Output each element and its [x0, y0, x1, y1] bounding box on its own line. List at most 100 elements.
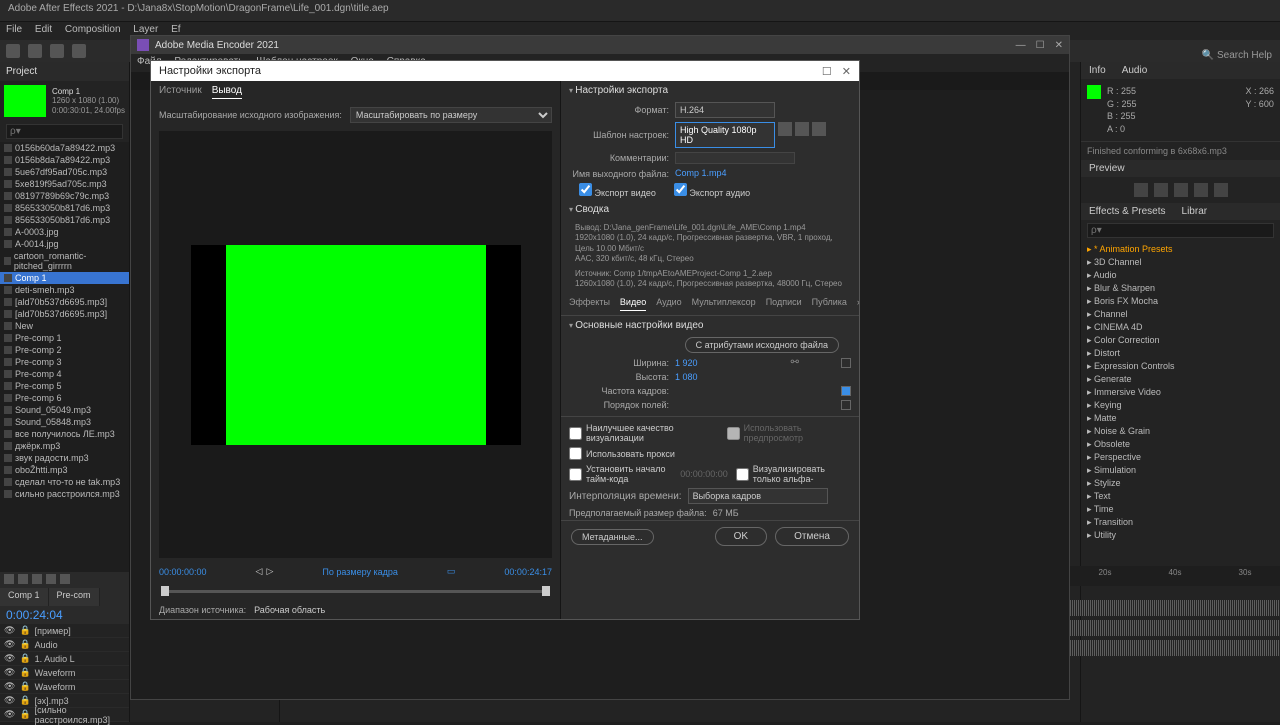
in-handle[interactable]: [161, 586, 169, 596]
trash-icon[interactable]: [60, 574, 70, 584]
fx-category[interactable]: ▸ Blur & Sharpen: [1085, 282, 1276, 295]
width-match-check[interactable]: [841, 358, 851, 368]
import-preset-icon[interactable]: [795, 122, 809, 136]
asset-item[interactable]: 856533050b817d6.mp3: [0, 202, 129, 214]
timecode-check[interactable]: [569, 468, 582, 481]
hand-tool-icon[interactable]: [50, 44, 64, 58]
fps-match-check[interactable]: [841, 386, 851, 396]
project-tab[interactable]: Project: [0, 62, 129, 81]
summary-section[interactable]: Сводка: [561, 200, 859, 219]
timeline-layer-row[interactable]: 👁🔒Waveform: [0, 666, 129, 680]
order-match-check[interactable]: [841, 400, 851, 410]
tab-effects[interactable]: Эффекты: [569, 297, 610, 311]
zoom-tool-icon[interactable]: [72, 44, 86, 58]
cancel-button[interactable]: Отмена: [775, 527, 849, 546]
fx-category[interactable]: ▸ Generate: [1085, 373, 1276, 386]
tab-audio[interactable]: Аудио: [656, 297, 681, 311]
fx-category[interactable]: ▸ 3D Channel: [1085, 256, 1276, 269]
play-icon[interactable]: [1174, 183, 1188, 197]
asset-item[interactable]: джёрк.mp3: [0, 440, 129, 452]
prev-icon[interactable]: ◁: [256, 566, 263, 577]
export-audio-check[interactable]: [674, 183, 687, 196]
asset-item[interactable]: все получилось ЛЕ.mp3: [0, 428, 129, 440]
asset-item[interactable]: звук радости.mp3: [0, 452, 129, 464]
timeline-layer-row[interactable]: 👁🔒[пример]: [0, 624, 129, 638]
fx-category[interactable]: ▸ Boris FX Mocha: [1085, 295, 1276, 308]
asset-item[interactable]: A-0003.jpg: [0, 226, 129, 238]
proxy-check[interactable]: [569, 447, 582, 460]
asset-item[interactable]: [ald70b537d6695.mp3]: [0, 308, 129, 320]
tab-publish[interactable]: Публика: [812, 297, 847, 311]
fx-category[interactable]: ▸ Perspective: [1085, 451, 1276, 464]
bin-icon[interactable]: [4, 574, 14, 584]
asset-item[interactable]: Pre-comp 3: [0, 356, 129, 368]
play-preview-icon[interactable]: ▷: [266, 566, 273, 577]
fx-category[interactable]: ▸ Keying: [1085, 399, 1276, 412]
menu-layer[interactable]: Layer: [133, 24, 158, 35]
range-select[interactable]: Рабочая область: [254, 605, 325, 615]
aspect-icon[interactable]: ▭: [447, 566, 456, 577]
ok-button[interactable]: OK: [715, 527, 767, 546]
fx-category[interactable]: ▸ Text: [1085, 490, 1276, 503]
asset-item[interactable]: Comp 1: [0, 272, 129, 284]
export-video-check[interactable]: [579, 183, 592, 196]
next-frame-icon[interactable]: [1194, 183, 1208, 197]
tab-comp1[interactable]: Comp 1: [0, 588, 49, 606]
link-icon[interactable]: ⚯: [791, 357, 799, 368]
out-handle[interactable]: [542, 586, 550, 596]
fx-category[interactable]: ▸ Time: [1085, 503, 1276, 516]
fx-category[interactable]: ▸ Channel: [1085, 308, 1276, 321]
source-tab[interactable]: Источник: [159, 85, 202, 99]
timeline-ruler[interactable]: 20s40s30s: [1070, 566, 1280, 586]
asset-item[interactable]: Pre-comp 2: [0, 344, 129, 356]
timeline-layer-row[interactable]: 👁🔒Audio: [0, 638, 129, 652]
asset-item[interactable]: 5xe819f95ad705c.mp3: [0, 178, 129, 190]
fx-category[interactable]: ▸ Expression Controls: [1085, 360, 1276, 373]
menu-file[interactable]: File: [6, 24, 22, 35]
menu-effect[interactable]: Ef: [171, 24, 180, 35]
preset-select[interactable]: High Quality 1080p HD: [675, 122, 775, 148]
tab-video[interactable]: Видео: [620, 297, 646, 311]
video-section[interactable]: Основные настройки видео: [561, 316, 859, 335]
fx-category[interactable]: ▸ Immersive Video: [1085, 386, 1276, 399]
minimize-icon[interactable]: —: [1016, 40, 1026, 51]
timeline-current-time[interactable]: 0:00:24:04: [0, 606, 129, 624]
tab-mux[interactable]: Мультиплексор: [692, 297, 756, 311]
asset-item[interactable]: A-0014.jpg: [0, 238, 129, 250]
video-preview[interactable]: [159, 131, 552, 558]
asset-item[interactable]: Pre-comp 4: [0, 368, 129, 380]
new-comp-icon[interactable]: [32, 574, 42, 584]
selection-tool-icon[interactable]: [28, 44, 42, 58]
lib-tab[interactable]: Librar: [1174, 203, 1216, 220]
asset-item[interactable]: 0156b8da7a89422.mp3: [0, 154, 129, 166]
fx-category[interactable]: ▸ Simulation: [1085, 464, 1276, 477]
output-tab[interactable]: Вывод: [212, 85, 242, 99]
prev-frame-icon[interactable]: [1154, 183, 1168, 197]
export-section[interactable]: Настройки экспорта: [561, 81, 859, 100]
asset-item[interactable]: Pre-comp 5: [0, 380, 129, 392]
ame-titlebar[interactable]: Adobe Media Encoder 2021 — ☐ ✕: [131, 36, 1069, 54]
fx-category[interactable]: ▸ * Animation Presets: [1085, 243, 1276, 256]
asset-item[interactable]: 0156b60da7a89422.mp3: [0, 142, 129, 154]
asset-item[interactable]: сильно расстроился.mp3: [0, 488, 129, 500]
comments-input[interactable]: [675, 152, 795, 164]
asset-item[interactable]: 856533050b817d6.mp3: [0, 214, 129, 226]
last-frame-icon[interactable]: [1214, 183, 1228, 197]
settings-icon[interactable]: [46, 574, 56, 584]
max-quality-check[interactable]: [569, 427, 582, 440]
asset-item[interactable]: 5ue67df95ad705c.mp3: [0, 166, 129, 178]
asset-item[interactable]: oboŽhtti.mp3: [0, 464, 129, 476]
metadata-button[interactable]: Метаданные...: [571, 529, 654, 545]
fx-category[interactable]: ▸ Noise & Grain: [1085, 425, 1276, 438]
format-select[interactable]: H.264: [675, 102, 775, 118]
asset-item[interactable]: cartoon_romantic-pitched_girrrrn: [0, 250, 129, 272]
close-icon[interactable]: ✕: [1055, 40, 1063, 51]
height-input[interactable]: [675, 372, 715, 382]
delete-preset-icon[interactable]: [812, 122, 826, 136]
width-input[interactable]: [675, 358, 715, 368]
fx-category[interactable]: ▸ Matte: [1085, 412, 1276, 425]
time-in[interactable]: 00:00:00:00: [159, 567, 207, 577]
fx-category[interactable]: ▸ Transition: [1085, 516, 1276, 529]
fit-dropdown[interactable]: По размеру кадра: [322, 567, 398, 577]
asset-item[interactable]: сделал что-то не tak.mp3: [0, 476, 129, 488]
